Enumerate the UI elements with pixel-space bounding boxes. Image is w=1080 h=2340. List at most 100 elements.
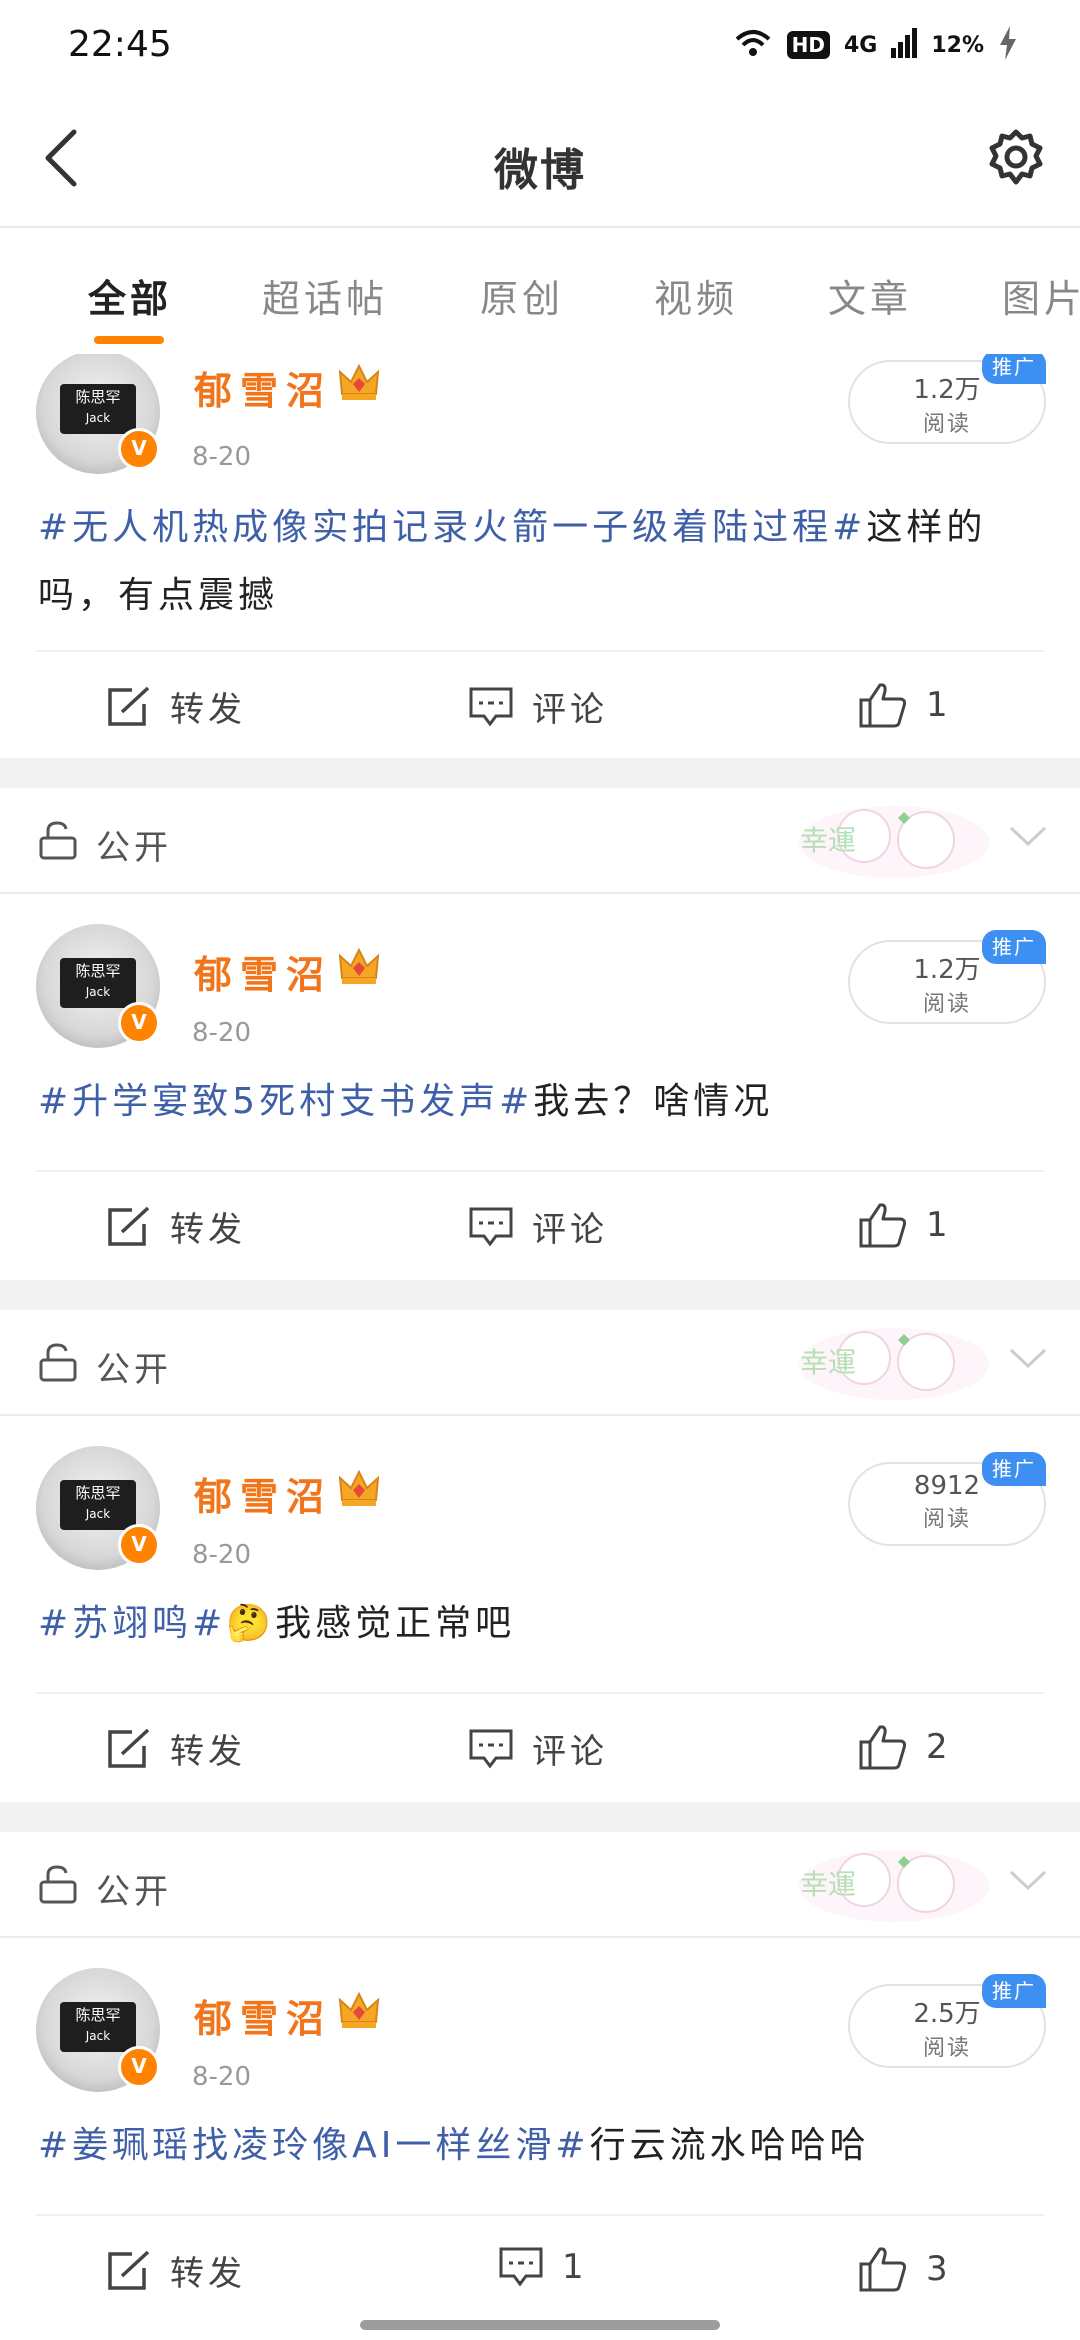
repost-icon [108, 1728, 150, 1768]
username[interactable]: 郁雪沼 [194, 1466, 332, 1521]
visibility-row[interactable]: 公开 幸運 [0, 1310, 1080, 1416]
username[interactable]: 郁雪沼 [194, 360, 332, 415]
thumbs-up-icon [859, 2247, 907, 2292]
avatar-plate: 陈思罕 Jack [60, 2002, 136, 2052]
tab-super-topic[interactable]: 超话帖 [262, 268, 388, 323]
hashtag[interactable]: #升学宴致5死村支书发声# [38, 1081, 533, 1122]
thumbs-up-icon [859, 1203, 907, 1248]
visibility-label: 公开 [96, 1872, 172, 1912]
post-actions: 转发 评论 1 [36, 1170, 1044, 1280]
gear-icon[interactable] [984, 126, 1048, 194]
repost-icon [108, 1206, 150, 1246]
signal-icon [891, 28, 918, 62]
hashtag[interactable]: #无人机热成像实拍记录火箭一子级着陆过程# [38, 507, 866, 548]
crown-icon [336, 360, 382, 410]
post-date: 8-20 [192, 1540, 252, 1570]
post-text[interactable]: #无人机热成像实拍记录火箭一子级着陆过程#这样的吗，有点震撼 [38, 494, 1048, 630]
comment-button[interactable]: 评论 [468, 682, 608, 731]
like-count: 1 [926, 1205, 952, 1245]
comment-icon [469, 1729, 513, 1768]
repost-button[interactable]: 转发 [106, 682, 246, 731]
post-card[interactable]: 陈思罕 Jack V 郁雪沼 8-20 2.5万 阅读 推广 #姜珮瑶找凌玲像AI… [0, 1938, 1080, 2340]
like-count: 1 [926, 685, 952, 725]
comment-icon [469, 687, 513, 726]
sticker-decoration: 幸運 [794, 792, 994, 886]
chevron-down-icon[interactable] [1008, 824, 1048, 854]
read-count-pill[interactable]: 8912 阅读 推广 [848, 1452, 1046, 1546]
comment-count: 1 [562, 2247, 588, 2287]
comment-icon [469, 1207, 513, 1246]
post-actions: 转发 评论 1 [36, 650, 1044, 760]
comment-label: 评论 [532, 690, 608, 730]
post-card[interactable]: 陈思罕 Jack V 郁雪沼 8-20 1.2万 阅读 推广 #升学宴致5死村支书… [0, 894, 1080, 1250]
visibility-row[interactable]: 公开 幸運 [0, 788, 1080, 894]
avatar-plate: 陈思罕 Jack [60, 958, 136, 1008]
repost-label: 转发 [170, 1210, 246, 1250]
repost-label: 转发 [170, 690, 246, 730]
repost-icon [108, 2250, 150, 2290]
tab-video[interactable]: 视频 [654, 268, 738, 323]
read-count-pill[interactable]: 1.2万 阅读 推广 [848, 354, 1046, 444]
repost-button[interactable]: 转发 [106, 1724, 246, 1773]
tab-article[interactable]: 文章 [828, 268, 912, 323]
read-label: 阅读 [922, 1507, 971, 1532]
read-label: 阅读 [922, 412, 971, 437]
read-label: 阅读 [922, 2036, 971, 2061]
tab-image[interactable]: 图片 [1002, 268, 1080, 323]
like-button[interactable]: 1 [858, 682, 952, 728]
thinking-emoji: 🤔 [226, 1603, 276, 1644]
comment-button[interactable]: 1 [498, 2246, 588, 2288]
status-icons: HD 4G 12% [733, 26, 1018, 64]
post-text[interactable]: #升学宴致5死村支书发声#我去？啥情况 [38, 1068, 1048, 1136]
sticker-decoration: 幸運 [794, 1314, 994, 1408]
tab-all[interactable]: 全部 [88, 268, 172, 323]
visibility-row[interactable]: 公开 幸運 [0, 1832, 1080, 1938]
visibility-label: 公开 [96, 828, 172, 868]
post-card[interactable]: 陈思罕 Jack V 郁雪沼 8-20 8912 阅读 推广 #苏翊鸣#🤔我感觉正… [0, 1416, 1080, 1772]
avatar-plate: 陈思罕 Jack [60, 384, 136, 434]
filter-tabs: 全部 超话帖 原创 视频 文章 图片 [0, 228, 1080, 355]
like-count: 2 [926, 1727, 952, 1767]
promote-badge[interactable]: 推广 [982, 1974, 1046, 2008]
promote-badge[interactable]: 推广 [982, 1452, 1046, 1486]
comment-button[interactable]: 评论 [468, 1724, 608, 1773]
feed-divider [0, 758, 1080, 788]
nav-bar: 微博 [0, 96, 1080, 228]
post-feed[interactable]: 陈思罕 Jack V 郁雪沼 8-20 1.2万 阅读 推广 #无人机热成像实拍记… [0, 354, 1080, 2340]
read-count-pill[interactable]: 2.5万 阅读 推广 [848, 1974, 1046, 2068]
page-title: 微博 [494, 145, 586, 196]
svg-text:幸運: 幸運 [800, 1868, 856, 1901]
chevron-down-icon[interactable] [1008, 1346, 1048, 1376]
battery-level: 12% [931, 32, 984, 58]
hashtag[interactable]: #姜珮瑶找凌玲像AI一样丝滑# [38, 2125, 590, 2166]
read-count-pill[interactable]: 1.2万 阅读 推广 [848, 930, 1046, 1024]
crown-icon [336, 1466, 382, 1516]
post-text[interactable]: #苏翊鸣#🤔我感觉正常吧 [38, 1590, 1048, 1658]
post-card[interactable]: 陈思罕 Jack V 郁雪沼 8-20 1.2万 阅读 推广 #无人机热成像实拍记… [0, 354, 1080, 756]
hashtag[interactable]: #苏翊鸣# [38, 1603, 226, 1644]
charging-icon [998, 26, 1018, 64]
promote-badge[interactable]: 推广 [982, 930, 1046, 964]
sticker-decoration: 幸運 [794, 1836, 994, 1930]
network-type: 4G [843, 32, 878, 58]
tab-original[interactable]: 原创 [480, 268, 564, 323]
like-button[interactable]: 2 [858, 1724, 952, 1770]
status-time: 22:45 [68, 24, 172, 65]
svg-text:幸運: 幸運 [800, 1346, 856, 1379]
home-indicator[interactable] [360, 2320, 720, 2330]
post-text[interactable]: #姜珮瑶找凌玲像AI一样丝滑#行云流水哈哈哈 [38, 2112, 1048, 2180]
username[interactable]: 郁雪沼 [194, 944, 332, 999]
repost-button[interactable]: 转发 [106, 1202, 246, 1251]
feed-divider [0, 1280, 1080, 1310]
chevron-down-icon[interactable] [1008, 1868, 1048, 1898]
verified-badge-icon: V [118, 2046, 160, 2088]
repost-button[interactable]: 转发 [106, 2246, 246, 2295]
username[interactable]: 郁雪沼 [194, 1988, 332, 2043]
crown-icon [336, 1988, 382, 2038]
like-button[interactable]: 1 [858, 1202, 952, 1248]
promote-badge[interactable]: 推广 [982, 354, 1046, 384]
feed-divider [0, 1802, 1080, 1832]
comment-button[interactable]: 评论 [468, 1202, 608, 1251]
comment-label: 评论 [532, 1210, 608, 1250]
like-button[interactable]: 3 [858, 2246, 952, 2292]
